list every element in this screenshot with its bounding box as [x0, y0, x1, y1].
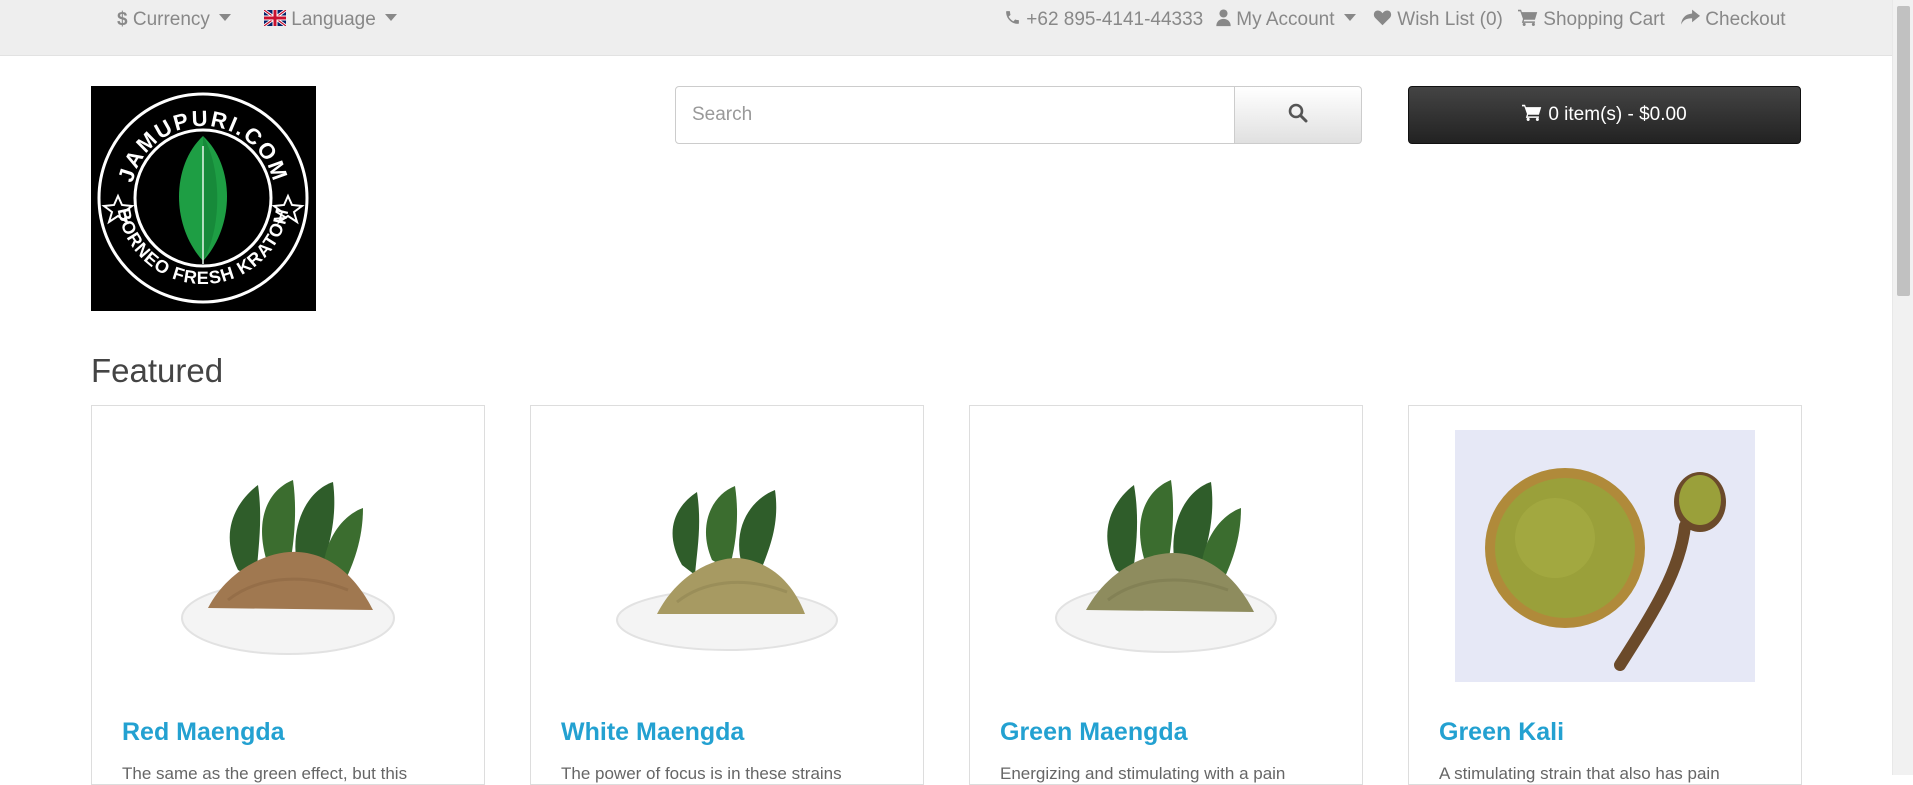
product-image[interactable] — [1016, 430, 1316, 682]
search-icon — [1288, 103, 1308, 128]
product-image[interactable] — [577, 430, 877, 682]
scrollbar[interactable] — [1892, 0, 1913, 775]
shopping-cart-link[interactable]: Shopping Cart — [1518, 0, 1665, 40]
product-description: A stimulating strain that also has pain — [1439, 764, 1720, 783]
flag-icon — [263, 8, 291, 30]
user-icon — [1216, 9, 1236, 30]
my-account-label: My Account — [1236, 9, 1335, 30]
product-title[interactable]: White Maengda — [561, 718, 744, 747]
cart-button[interactable]: 0 item(s) - $0.00 — [1408, 86, 1801, 144]
product-title[interactable]: Red Maengda — [122, 718, 285, 747]
checkout-link[interactable]: Checkout — [1681, 0, 1786, 40]
cart-icon — [1522, 104, 1548, 127]
search-input[interactable] — [675, 86, 1235, 144]
phone-icon — [1004, 9, 1026, 30]
product-image[interactable] — [138, 430, 438, 682]
wish-list-link[interactable]: Wish List (0) — [1373, 0, 1503, 40]
checkout-label: Checkout — [1705, 9, 1786, 30]
currency-dropdown[interactable]: $ Currency — [117, 0, 232, 40]
my-account-dropdown[interactable]: My Account — [1216, 0, 1356, 40]
language-label: Language — [291, 9, 376, 30]
product-description: Energizing and stimulating with a pain — [1000, 764, 1286, 783]
heart-icon — [1373, 9, 1397, 30]
product-title[interactable]: Green Maengda — [1000, 718, 1188, 747]
search-button[interactable] — [1235, 86, 1362, 144]
product-card: White Maengda The power of focus is in t… — [530, 405, 924, 785]
product-card: Green Kali A stimulating strain that als… — [1408, 405, 1802, 785]
product-card: Green Maengda Energizing and stimulating… — [969, 405, 1363, 785]
cart-icon — [1518, 9, 1543, 30]
currency-label: Currency — [132, 9, 210, 30]
featured-heading: Featured — [91, 352, 224, 389]
powder-mound — [657, 558, 805, 614]
caret-down-icon — [1343, 14, 1356, 22]
phone-label: +62 895-4141-44333 — [1026, 9, 1204, 30]
product-card: Red Maengda The same as the green effect… — [91, 405, 485, 785]
caret-down-icon — [219, 14, 232, 22]
share-icon — [1681, 9, 1705, 30]
top-bar: $ Currency Language +62 895-4141-44333 M… — [0, 0, 1913, 56]
scrollbar-thumb[interactable] — [1897, 6, 1910, 296]
product-image[interactable] — [1455, 430, 1755, 682]
phone-link[interactable]: +62 895-4141-44333 — [1004, 0, 1203, 40]
caret-down-icon — [385, 14, 398, 22]
cart-total: 0 item(s) - $0.00 — [1548, 104, 1687, 125]
wish-list-label: Wish List (0) — [1397, 9, 1503, 30]
shopping-cart-label: Shopping Cart — [1543, 9, 1665, 30]
product-description: The power of focus is in these strains — [561, 764, 842, 783]
site-logo[interactable]: JAMUPURI.COM BORNEO FRESH KRATOM — [91, 86, 316, 311]
dollar-icon: $ — [117, 9, 128, 30]
product-description: The same as the green effect, but this — [122, 764, 408, 783]
language-dropdown[interactable]: Language — [263, 0, 398, 40]
product-title[interactable]: Green Kali — [1439, 718, 1564, 747]
